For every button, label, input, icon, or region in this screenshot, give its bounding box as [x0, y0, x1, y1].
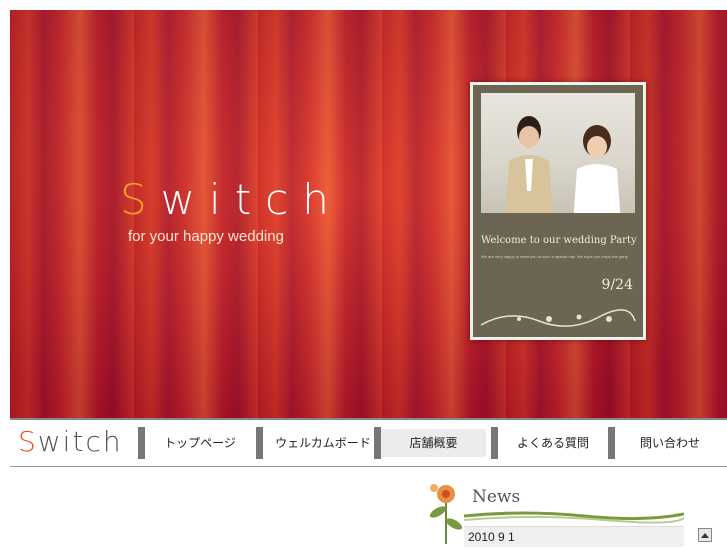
- nav-item-store-info[interactable]: 店舗概要: [381, 429, 486, 457]
- nav-separator: [138, 427, 145, 459]
- nav-separator: [256, 427, 263, 459]
- card-message: We are very happy to meet you at such a …: [481, 254, 629, 259]
- main-navigation: Switch トップページ ウェルカムボード 店舗概要 よくある質問 問い合わせ: [10, 421, 727, 466]
- bride-figure: [573, 125, 621, 213]
- news-list: 2010 9 1: [464, 526, 684, 547]
- hero-logo: Switch: [120, 175, 343, 224]
- nav-top-divider: [10, 418, 727, 420]
- nav-item-faq[interactable]: よくある質問: [503, 429, 603, 457]
- hero-tagline: for your happy wedding: [128, 228, 284, 245]
- scroll-up-button[interactable]: [698, 528, 712, 542]
- nav-item-welcome-board[interactable]: ウェルカムボード: [268, 429, 378, 457]
- couple-photo: [481, 93, 635, 213]
- nav-bottom-divider: [10, 466, 727, 467]
- triangle-up-icon: [701, 533, 709, 538]
- welcome-board-card: Welcome to our wedding Party We are very…: [470, 82, 646, 340]
- news-panel: News 2010 9 1: [420, 478, 684, 548]
- card-date: 9/24: [601, 277, 633, 293]
- news-header: News: [420, 478, 684, 544]
- news-title: News: [472, 487, 521, 507]
- news-underline-ornament-icon: [464, 511, 684, 524]
- nav-separator: [374, 427, 381, 459]
- nav-separator: [608, 427, 615, 459]
- floral-ornament-icon: [480, 309, 636, 327]
- hero-banner: Switch for your happy wedding Welcome to…: [10, 10, 727, 418]
- nav-separator: [491, 427, 498, 459]
- news-date: 2010 9 1: [468, 530, 515, 544]
- nav-item-contact[interactable]: 問い合わせ: [620, 429, 720, 457]
- groom-figure: [505, 116, 553, 213]
- card-welcome-text: Welcome to our wedding Party: [481, 235, 637, 246]
- nav-item-top-page[interactable]: トップページ: [150, 429, 250, 457]
- flower-icon: [429, 484, 463, 544]
- nav-logo[interactable]: Switch: [18, 425, 123, 458]
